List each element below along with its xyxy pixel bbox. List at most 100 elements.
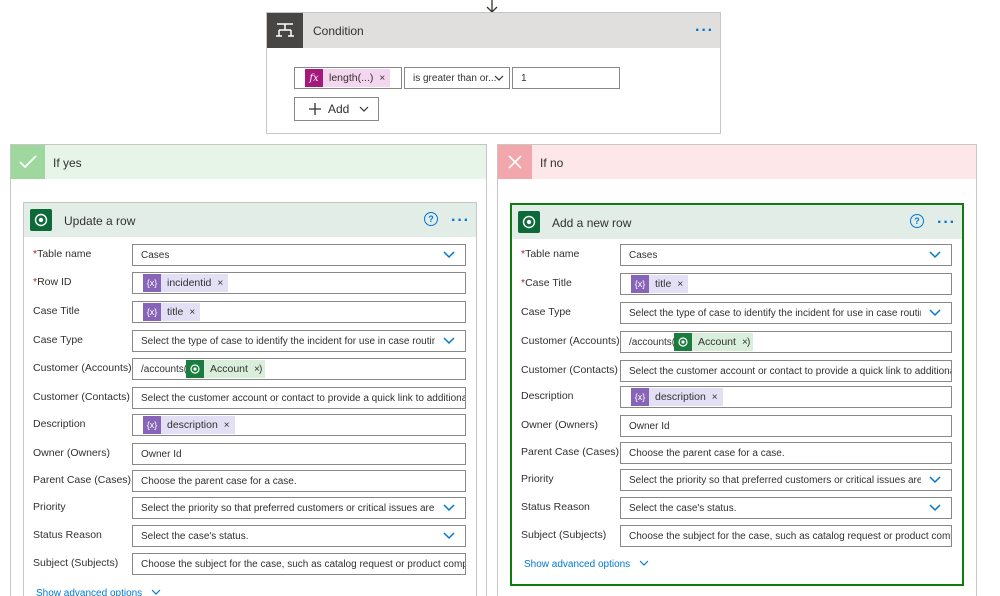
if-no-label: If no — [540, 156, 564, 170]
row-id-input[interactable]: {x} incidentid × — [132, 272, 466, 294]
dynamic-content-token[interactable]: Account × — [186, 360, 265, 378]
description-input[interactable]: {x} description × — [132, 414, 466, 436]
customer-contacts-field: Customer (Contacts) Select the customer … — [24, 387, 476, 411]
chevron-down-icon — [929, 309, 941, 317]
subject-input[interactable]: Choose the subject for the case, such as… — [620, 525, 952, 547]
priority-select[interactable]: Select the priority so that preferred cu… — [132, 497, 466, 519]
chevron-down-icon — [494, 75, 504, 81]
customer-contacts-input[interactable]: Select the customer account or contact t… — [132, 387, 466, 409]
dynamic-content-token[interactable]: {x} description × — [143, 416, 235, 434]
chevron-down-icon — [151, 589, 161, 595]
chevron-down-icon — [929, 476, 941, 484]
show-advanced-options-link[interactable]: Show advanced options — [36, 588, 161, 596]
help-icon[interactable]: ? — [424, 212, 438, 226]
chevron-down-icon — [443, 504, 455, 512]
remove-token-icon[interactable]: × — [217, 278, 228, 289]
status-reason-select[interactable]: Select the case's status. — [132, 525, 466, 547]
customer-contacts-input[interactable]: Select the customer account or contact t… — [620, 360, 952, 382]
priority-select[interactable]: Select the priority so that preferred cu… — [620, 469, 952, 491]
condition-header[interactable]: Condition ··· — [267, 13, 720, 48]
add-new-row-card[interactable]: Add a new row ? ··· *Table name Cases *C… — [510, 203, 964, 586]
subject-field: Subject (Subjects) Choose the subject fo… — [24, 553, 476, 577]
status-reason-field: Status Reason Select the case's status. — [24, 525, 476, 549]
subject-input[interactable]: Choose the subject for the case, such as… — [132, 553, 466, 575]
checkmark-icon — [11, 145, 45, 179]
remove-token-icon[interactable]: × — [379, 73, 390, 84]
variable-icon: {x} — [143, 274, 161, 292]
show-advanced-options-link[interactable]: Show advanced options — [524, 559, 649, 570]
dataverse-icon — [518, 211, 540, 233]
chevron-down-icon — [443, 337, 455, 345]
close-icon — [498, 145, 532, 179]
dynamic-content-token[interactable]: {x} title × — [631, 275, 689, 293]
customer-accounts-input[interactable]: /accounts( Account × ) — [132, 358, 466, 380]
case-title-input[interactable]: {x} title × — [132, 301, 466, 323]
variable-icon: {x} — [143, 416, 161, 434]
condition-left-operand[interactable]: fx length(...) × — [294, 67, 402, 89]
condition-title: Condition — [313, 24, 364, 38]
chevron-down-icon — [639, 560, 649, 566]
owner-field: Owner (Owners) Owner Id — [24, 443, 476, 467]
dataverse-icon — [30, 209, 52, 231]
expression-token[interactable]: fx length(...) × — [305, 69, 391, 87]
remove-token-icon[interactable]: × — [712, 392, 723, 403]
condition-right-operand[interactable]: 1 — [512, 67, 620, 89]
more-options-icon[interactable]: ··· — [451, 213, 470, 229]
help-icon[interactable]: ? — [910, 214, 924, 228]
update-row-card[interactable]: Update a row ? ··· *Table name Cases *Ro… — [23, 202, 477, 596]
more-options-icon[interactable]: ··· — [695, 23, 714, 39]
table-name-select[interactable]: Cases — [620, 244, 952, 266]
variable-icon: {x} — [143, 303, 161, 321]
variable-icon: {x} — [631, 275, 649, 293]
update-row-header[interactable]: Update a row ? ··· — [24, 203, 476, 237]
case-title-field: *Case Title {x} title × — [512, 273, 962, 297]
dataverse-icon — [186, 360, 204, 378]
remove-token-icon[interactable]: × — [677, 279, 688, 290]
case-title-input[interactable]: {x} title × — [620, 273, 952, 295]
table-name-select[interactable]: Cases — [132, 244, 466, 266]
description-field: Description {x} description × — [24, 414, 476, 438]
customer-contacts-field: Customer (Contacts) Select the customer … — [512, 360, 962, 384]
parent-case-input[interactable]: Choose the parent case for a case. — [132, 470, 466, 492]
remove-token-icon[interactable]: × — [224, 420, 235, 431]
plus-icon — [309, 103, 321, 115]
function-icon: fx — [305, 69, 323, 87]
update-row-title: Update a row — [64, 214, 136, 228]
priority-field: Priority Select the priority so that pre… — [24, 497, 476, 521]
chevron-down-icon — [443, 532, 455, 540]
dataverse-icon — [674, 333, 692, 351]
subject-field: Subject (Subjects) Choose the subject fo… — [512, 525, 962, 549]
if-no-header[interactable]: If no — [498, 145, 976, 179]
dynamic-content-token[interactable]: {x} title × — [143, 303, 201, 321]
add-new-row-title: Add a new row — [552, 216, 632, 230]
dynamic-content-token[interactable]: {x} incidentid × — [143, 274, 229, 292]
if-yes-label: If yes — [53, 156, 82, 170]
more-options-icon[interactable]: ··· — [937, 215, 956, 231]
variable-icon: {x} — [631, 388, 649, 406]
case-type-select[interactable]: Select the type of case to identify the … — [620, 302, 952, 324]
owner-input[interactable]: Owner Id — [132, 443, 466, 465]
status-reason-select[interactable]: Select the case's status. — [620, 497, 952, 519]
description-field: Description {x} description × — [512, 386, 962, 410]
parent-case-input[interactable]: Choose the parent case for a case. — [620, 442, 952, 464]
remove-token-icon[interactable]: × — [189, 307, 200, 318]
parent-case-field: Parent Case (Cases) Choose the parent ca… — [512, 442, 962, 466]
condition-card[interactable]: Condition ··· fx length(...) × is greate… — [266, 12, 721, 134]
customer-accounts-input[interactable]: /accounts( Account × ) — [620, 331, 952, 353]
chevron-down-icon — [359, 106, 369, 112]
dynamic-content-token[interactable]: Account × — [674, 333, 753, 351]
description-input[interactable]: {x} description × — [620, 386, 952, 408]
case-type-field: Case Type Select the type of case to ide… — [24, 330, 476, 354]
table-name-field: *Table name Cases — [512, 244, 962, 268]
table-name-field: *Table name Cases — [24, 244, 476, 268]
owner-input[interactable]: Owner Id — [620, 415, 952, 437]
dynamic-content-token[interactable]: {x} description × — [631, 388, 723, 406]
priority-field: Priority Select the priority so that pre… — [512, 469, 962, 493]
add-condition-button[interactable]: Add — [294, 97, 379, 121]
if-yes-header[interactable]: If yes — [11, 145, 486, 179]
chevron-down-icon — [929, 251, 941, 259]
condition-operator-select[interactable]: is greater than or... — [404, 67, 510, 89]
add-new-row-header[interactable]: Add a new row ? ··· — [512, 205, 962, 239]
case-type-select[interactable]: Select the type of case to identify the … — [132, 330, 466, 352]
customer-accounts-field: Customer (Accounts) /accounts( Account ×… — [512, 331, 962, 355]
